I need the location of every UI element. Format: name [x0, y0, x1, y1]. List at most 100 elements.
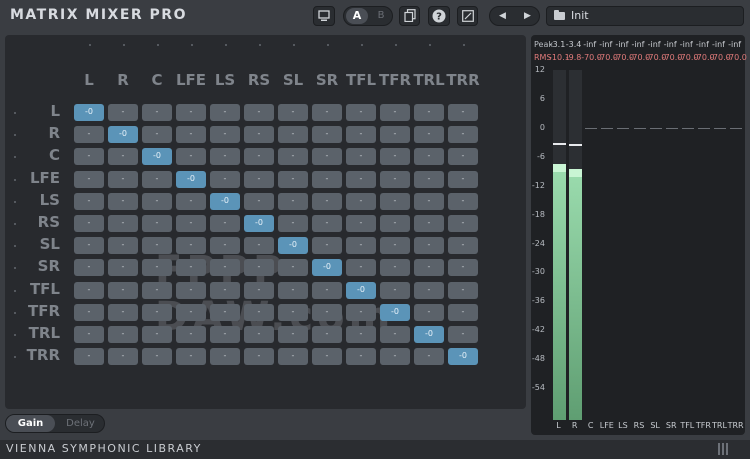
matrix-cell-sr-l[interactable]: -	[74, 259, 104, 277]
matrix-cell-lfe-trr[interactable]: -	[448, 170, 478, 188]
matrix-cell-sr-trr[interactable]: -	[448, 259, 478, 277]
matrix-cell-tfr-l[interactable]: -	[74, 303, 104, 321]
matrix-cell-l-lfe[interactable]: -	[176, 104, 206, 121]
matrix-cell-rs-ls[interactable]: -	[210, 215, 240, 232]
matrix-cell-l-c[interactable]: -	[142, 104, 172, 121]
matrix-cell-tfr-trr[interactable]: -	[448, 303, 478, 321]
matrix-cell-r-r[interactable]: -0	[108, 126, 138, 144]
matrix-cell-trr-sr[interactable]: -	[312, 348, 342, 366]
matrix-cell-rs-trl[interactable]: -	[414, 215, 444, 232]
matrix-cell-c-c[interactable]: -0	[142, 148, 172, 166]
matrix-cell-c-l[interactable]: -	[74, 148, 104, 166]
matrix-cell-l-rs[interactable]: -	[244, 104, 274, 121]
matrix-cell-r-tfr[interactable]: -	[380, 126, 410, 144]
matrix-cell-tfr-c[interactable]: -	[142, 303, 172, 321]
matrix-cell-trl-r[interactable]: -	[108, 326, 138, 343]
resize-button[interactable]	[457, 6, 478, 26]
matrix-cell-sl-tfl[interactable]: -	[346, 237, 376, 255]
matrix-cell-trl-c[interactable]: -	[142, 326, 172, 343]
matrix-cell-lfe-tfl[interactable]: -	[346, 170, 376, 188]
matrix-cell-c-rs[interactable]: -	[244, 148, 274, 166]
matrix-cell-sl-r[interactable]: -	[108, 237, 138, 255]
matrix-cell-r-ls[interactable]: -	[210, 126, 240, 144]
matrix-cell-lfe-lfe[interactable]: -0	[176, 170, 206, 188]
matrix-cell-ls-tfr[interactable]: -	[380, 192, 410, 210]
matrix-cell-ls-lfe[interactable]: -	[176, 192, 206, 210]
matrix-cell-sl-trl[interactable]: -	[414, 237, 444, 255]
matrix-cell-c-trr[interactable]: -	[448, 148, 478, 166]
matrix-cell-trr-c[interactable]: -	[142, 348, 172, 366]
matrix-cell-sr-ls[interactable]: -	[210, 259, 240, 277]
matrix-cell-trr-sl[interactable]: -	[278, 348, 308, 366]
matrix-cell-l-r[interactable]: -	[108, 104, 138, 121]
matrix-cell-trl-sr[interactable]: -	[312, 326, 342, 343]
matrix-cell-tfr-rs[interactable]: -	[244, 303, 274, 321]
matrix-cell-trl-tfr[interactable]: -	[380, 326, 410, 343]
matrix-cell-tfl-tfl[interactable]: -0	[346, 281, 376, 299]
matrix-cell-ls-r[interactable]: -	[108, 192, 138, 210]
matrix-cell-trr-lfe[interactable]: -	[176, 348, 206, 366]
matrix-cell-tfl-tfr[interactable]: -	[380, 281, 410, 299]
matrix-cell-c-sr[interactable]: -	[312, 148, 342, 166]
tab-gain[interactable]: Gain	[6, 415, 55, 432]
matrix-cell-sl-tfr[interactable]: -	[380, 237, 410, 255]
matrix-cell-sr-trl[interactable]: -	[414, 259, 444, 277]
matrix-cell-rs-l[interactable]: -	[74, 215, 104, 232]
matrix-cell-sr-lfe[interactable]: -	[176, 259, 206, 277]
matrix-cell-sl-ls[interactable]: -	[210, 237, 240, 255]
matrix-cell-ls-trl[interactable]: -	[414, 192, 444, 210]
matrix-cell-trl-lfe[interactable]: -	[176, 326, 206, 343]
matrix-cell-tfr-tfl[interactable]: -	[346, 303, 376, 321]
matrix-cell-r-lfe[interactable]: -	[176, 126, 206, 144]
matrix-cell-lfe-l[interactable]: -	[74, 170, 104, 188]
matrix-cell-r-sr[interactable]: -	[312, 126, 342, 144]
matrix-cell-lfe-sr[interactable]: -	[312, 170, 342, 188]
matrix-cell-r-tfl[interactable]: -	[346, 126, 376, 144]
matrix-cell-lfe-sl[interactable]: -	[278, 170, 308, 188]
matrix-cell-trr-r[interactable]: -	[108, 348, 138, 366]
matrix-cell-sr-sl[interactable]: -	[278, 259, 308, 277]
matrix-cell-sl-trr[interactable]: -	[448, 237, 478, 255]
matrix-cell-rs-sl[interactable]: -	[278, 215, 308, 232]
copy-button[interactable]	[399, 6, 420, 26]
matrix-cell-lfe-trl[interactable]: -	[414, 170, 444, 188]
matrix-cell-rs-sr[interactable]: -	[312, 215, 342, 232]
matrix-cell-ls-c[interactable]: -	[142, 192, 172, 210]
matrix-cell-tfl-trr[interactable]: -	[448, 281, 478, 299]
matrix-cell-trr-rs[interactable]: -	[244, 348, 274, 366]
matrix-cell-tfr-tfr[interactable]: -0	[380, 303, 410, 321]
matrix-cell-c-sl[interactable]: -	[278, 148, 308, 166]
matrix-cell-trr-trr[interactable]: -0	[448, 348, 478, 366]
help-button[interactable]: ?	[428, 6, 450, 26]
matrix-cell-tfr-ls[interactable]: -	[210, 303, 240, 321]
matrix-cell-l-trr[interactable]: -	[448, 104, 478, 121]
tab-delay[interactable]: Delay	[56, 415, 105, 432]
matrix-cell-r-l[interactable]: -	[74, 126, 104, 144]
matrix-cell-trl-rs[interactable]: -	[244, 326, 274, 343]
matrix-cell-tfl-ls[interactable]: -	[210, 281, 240, 299]
matrix-cell-c-tfr[interactable]: -	[380, 148, 410, 166]
matrix-cell-lfe-tfr[interactable]: -	[380, 170, 410, 188]
matrix-cell-ls-tfl[interactable]: -	[346, 192, 376, 210]
matrix-cell-sr-tfl[interactable]: -	[346, 259, 376, 277]
matrix-cell-sl-rs[interactable]: -	[244, 237, 274, 255]
matrix-cell-l-tfr[interactable]: -	[380, 104, 410, 121]
matrix-cell-lfe-c[interactable]: -	[142, 170, 172, 188]
matrix-cell-rs-lfe[interactable]: -	[176, 215, 206, 232]
matrix-cell-tfl-r[interactable]: -	[108, 281, 138, 299]
matrix-cell-tfr-lfe[interactable]: -	[176, 303, 206, 321]
matrix-cell-trr-tfr[interactable]: -	[380, 348, 410, 366]
matrix-cell-sr-sr[interactable]: -0	[312, 259, 342, 277]
matrix-cell-tfr-sl[interactable]: -	[278, 303, 308, 321]
matrix-cell-rs-tfr[interactable]: -	[380, 215, 410, 232]
matrix-cell-lfe-rs[interactable]: -	[244, 170, 274, 188]
preset-selector[interactable]: Init	[546, 6, 744, 26]
matrix-cell-trl-ls[interactable]: -	[210, 326, 240, 343]
matrix-cell-l-trl[interactable]: -	[414, 104, 444, 121]
matrix-cell-tfr-r[interactable]: -	[108, 303, 138, 321]
matrix-cell-tfl-lfe[interactable]: -	[176, 281, 206, 299]
matrix-cell-trl-trr[interactable]: -	[448, 326, 478, 343]
previous-preset-button[interactable]: ◀	[490, 7, 515, 25]
matrix-cell-ls-trr[interactable]: -	[448, 192, 478, 210]
matrix-cell-sl-l[interactable]: -	[74, 237, 104, 255]
